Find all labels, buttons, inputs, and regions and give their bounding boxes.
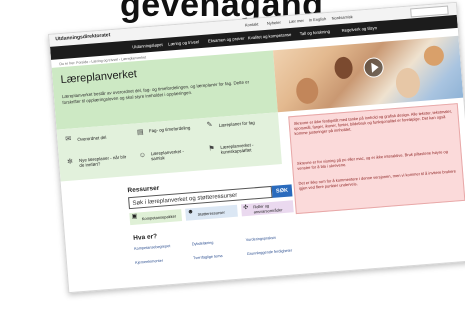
chip-label: Støtteressurser: [197, 209, 226, 217]
notice-paragraph: Skrevne er ikke ferdigstilt med tanke på…: [293, 108, 453, 137]
notice-paragraph: Skrevne er for visning på pc eller mac, …: [296, 148, 449, 172]
photo-figure: [295, 77, 320, 105]
document-icon: ▤: [136, 128, 144, 137]
link-grunnleggende-ferdigheter[interactable]: Grunnleggende ferdigheter: [247, 249, 293, 257]
link-dybdelaering[interactable]: Dybdelæring: [192, 241, 214, 247]
notice-paragraph: Det er ikke rom for å kommentere i denne…: [298, 168, 457, 191]
photo-figure: [333, 56, 354, 80]
support-icon: ☻: [187, 209, 194, 216]
link-tverrfaglige-tema[interactable]: Tverrfaglige tema: [193, 254, 223, 260]
link-vurderingspraksis[interactable]: Vurderingspraksis: [246, 236, 276, 242]
resources-heading: Ressurser: [127, 184, 160, 195]
pencil-icon: ✎: [206, 121, 213, 129]
chip-kompetansepakker[interactable]: ▣ Kompetansepakker: [129, 209, 183, 226]
screenshot-stage: Utdanningsdirektoratet Kontakt Nyheter L…: [0, 0, 465, 327]
chip-label: Kompetansepakker: [141, 213, 177, 222]
chip-stotteressurser[interactable]: ☻ Støtteressurser: [185, 204, 238, 221]
util-link-kontakt[interactable]: Kontakt: [245, 21, 259, 27]
package-icon: ▣: [131, 213, 138, 220]
photo-figure: [394, 67, 422, 99]
what-is-heading: Hva er?: [133, 233, 158, 242]
person-icon: ☺: [138, 151, 147, 160]
roles-icon: ✣: [243, 204, 249, 212]
sparkle-icon: ✲: [66, 158, 74, 166]
search-button[interactable]: SØK: [271, 184, 293, 198]
photo-figure: [423, 45, 445, 67]
flag-icon: ⚑: [208, 145, 216, 153]
chip-label: Roller og ansvarsområder: [253, 203, 283, 215]
prototype-notice: Skrevne er ikke ferdigstilt med tanke på…: [288, 103, 465, 215]
website-page: Utdanningsdirektoratet Kontakt Nyheter L…: [48, 1, 465, 294]
chip-roller[interactable]: ✣ Roller og ansvarsområder: [240, 200, 294, 217]
link-kompetansebegrepet[interactable]: Kompetansebegrepet: [134, 244, 171, 251]
envelope-icon: ✉: [65, 135, 72, 143]
link-kjerneelementer[interactable]: Kjerneelementer: [135, 259, 163, 265]
